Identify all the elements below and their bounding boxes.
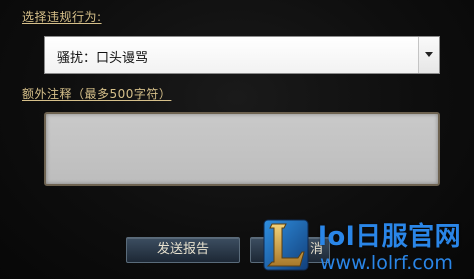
violation-dropdown[interactable]: 骚扰：口头谩骂 (44, 36, 440, 74)
watermark: lol日服官网 www.lolrf.com (256, 210, 474, 279)
notes-field[interactable] (44, 112, 440, 186)
submit-report-button[interactable]: 发送报告 (126, 237, 240, 263)
violation-selected-value: 骚扰：口头谩骂 (57, 51, 149, 66)
violation-label: 选择违规行为: (22, 10, 102, 24)
league-logo-icon (263, 219, 309, 271)
dropdown-arrow-button[interactable] (418, 37, 439, 73)
caret-down-icon (425, 52, 433, 57)
watermark-title: lol日服官网 (318, 222, 462, 252)
notes-textarea[interactable] (46, 114, 438, 184)
report-dialog: 选择违规行为: 骚扰：口头谩骂 额外注释（最多500字符） 发送报告 消 lol… (0, 0, 474, 279)
watermark-url: www.lolrf.com (320, 252, 453, 274)
notes-label: 额外注释（最多500字符） (22, 87, 172, 101)
